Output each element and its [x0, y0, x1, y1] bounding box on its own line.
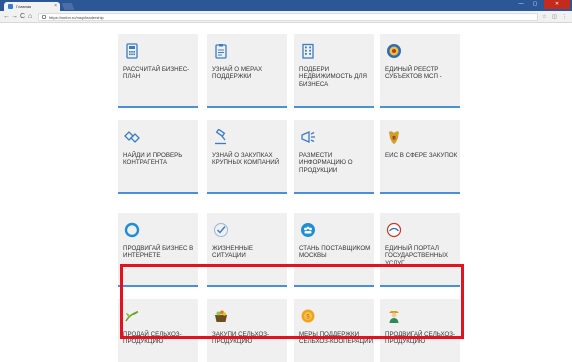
- service-card-label: СТАНЬ ПОСТАВЩИКОМ МОСКВЫ: [299, 245, 371, 260]
- service-card[interactable]: РАЗМЕСТИ ИНФОРМАЦИЮ О ПРОДУКЦИИ: [294, 120, 374, 194]
- clipboard-icon: [212, 42, 230, 60]
- browser-titlebar: Главная × — ▢ ✕: [0, 0, 572, 11]
- url-input[interactable]: https://smbn.ru/msp/leadership: [38, 13, 538, 21]
- service-card-label: ПОДБЕРИ НЕДВИЖИМОСТЬ ДЛЯ БИЗНЕСА: [299, 66, 368, 88]
- service-card[interactable]: ЕИС В СФЕРЕ ЗАКУПОК: [380, 120, 460, 194]
- service-card-label: ЖИЗНЕННЫЕ СИТУАЦИИ: [212, 245, 254, 260]
- browser-tab[interactable]: Главная ×: [4, 2, 60, 11]
- service-card-label: РАЗМЕСТИ ИНФОРМАЦИЮ О ПРОДУКЦИИ: [299, 152, 353, 174]
- forward-icon[interactable]: →: [11, 12, 18, 22]
- handshake-icon: [123, 128, 141, 146]
- coat-of-arms-icon: [385, 128, 403, 146]
- service-card[interactable]: РАССЧИТАЙ БИЗНЕС-ПЛАН: [118, 34, 198, 108]
- registry-emblem-icon: [385, 42, 403, 60]
- service-card[interactable]: ЕДИНЫЙ РЕЕСТР СУБЪЕКТОВ МСП -: [380, 34, 460, 108]
- suppliers-icon: [299, 221, 317, 239]
- service-card-label: НАЙДИ И ПРОВЕРЬ КОНТРАГЕНТА: [123, 152, 183, 167]
- megaphone-icon: [299, 128, 317, 146]
- ring-icon: [123, 221, 141, 239]
- service-card[interactable]: НАЙДИ И ПРОВЕРЬ КОНТРАГЕНТА: [118, 120, 198, 194]
- highlight-frame: [120, 264, 464, 339]
- service-card[interactable]: УЗНАЙ О ЗАКУПКАХ КРУПНЫХ КОМПАНИЙ: [207, 120, 287, 194]
- calculator-icon: [123, 42, 141, 60]
- url-text: https://smbn.ru/msp/leadership: [49, 14, 104, 20]
- gosuslugi-icon: [385, 221, 403, 239]
- checkmark-icon: [212, 221, 230, 239]
- tab-title: Главная: [16, 4, 32, 9]
- star-icon[interactable]: ☆: [542, 13, 546, 21]
- building-icon: [299, 42, 317, 60]
- service-card-label: ЕДИНЫЙ РЕЕСТР СУБЪЕКТОВ МСП -: [385, 66, 442, 81]
- service-card-label: УЗНАЙ О ЗАКУПКАХ КРУПНЫХ КОМПАНИЙ: [212, 152, 280, 167]
- menu-icon[interactable]: ⋮: [562, 13, 567, 21]
- lock-icon: [42, 15, 46, 19]
- close-window-button[interactable]: ✕: [544, 0, 570, 9]
- extension-icon[interactable]: ◫: [552, 13, 557, 21]
- service-card-label: РАССЧИТАЙ БИЗНЕС-ПЛАН: [123, 66, 190, 81]
- favicon-icon: [8, 4, 13, 9]
- minimize-button[interactable]: —: [514, 0, 528, 9]
- service-card[interactable]: ПОДБЕРИ НЕДВИЖИМОСТЬ ДЛЯ БИЗНЕСА: [294, 34, 374, 108]
- service-card[interactable]: УЗНАЙ О МЕРАХ ПОДДЕРЖКИ: [207, 34, 287, 108]
- address-bar: ← → C ⌂ https://smbn.ru/msp/leadership ☆…: [0, 11, 572, 23]
- reload-icon[interactable]: C: [20, 12, 25, 22]
- service-card-label: ПРОДВИГАЙ БИЗНЕС В ИНТЕРНЕТЕ: [123, 245, 194, 260]
- maximize-button[interactable]: ▢: [528, 0, 542, 9]
- service-card-label: УЗНАЙ О МЕРАХ ПОДДЕРЖКИ: [212, 66, 263, 81]
- service-card-label: ЕИС В СФЕРЕ ЗАКУПОК: [385, 152, 458, 159]
- new-tab-button[interactable]: [61, 3, 75, 10]
- gavel-icon: [212, 128, 230, 146]
- home-icon[interactable]: ⌂: [28, 12, 32, 22]
- back-icon[interactable]: ←: [3, 12, 10, 22]
- tab-close-icon[interactable]: ×: [54, 4, 57, 9]
